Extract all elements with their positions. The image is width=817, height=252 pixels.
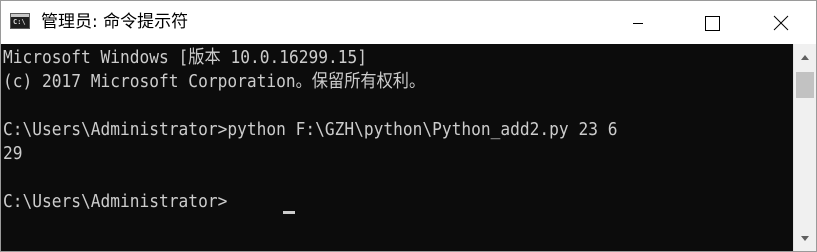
command-prompt-window: C:\ 管理员: 命令提示符 Microsoft Windows [版本 10.… — [0, 0, 817, 252]
minimize-button[interactable] — [615, 1, 661, 44]
vertical-scrollbar[interactable] — [793, 44, 816, 251]
app-icon-glyph: C:\ — [13, 18, 26, 26]
window-title: 管理员: 命令提示符 — [41, 12, 189, 32]
text-cursor — [283, 211, 295, 214]
title-bar[interactable]: C:\ 管理员: 命令提示符 — [1, 1, 816, 44]
scroll-up-button[interactable] — [794, 47, 816, 69]
console-line-result: 29 — [3, 143, 23, 164]
console-output[interactable]: Microsoft Windows [版本 10.0.16299.15] (c)… — [1, 44, 793, 251]
scroll-up-arrow-icon — [801, 55, 809, 60]
command-prompt-icon[interactable]: C:\ — [10, 13, 30, 29]
scroll-down-button[interactable] — [794, 227, 816, 249]
console-prompt[interactable]: C:\Users\Administrator> — [3, 190, 227, 214]
close-icon — [773, 15, 789, 31]
scroll-thumb[interactable] — [796, 72, 814, 98]
console-line-version: Microsoft Windows [版本 10.0.16299.15] — [3, 47, 368, 68]
console-line-copyright: (c) 2017 Microsoft Corporation。保留所有权利。 — [3, 71, 426, 92]
maximize-icon — [705, 16, 720, 31]
scroll-down-arrow-icon — [801, 236, 809, 241]
console-line-command: C:\Users\Administrator>python F:\GZH\pyt… — [3, 119, 618, 140]
minimize-icon — [633, 23, 643, 24]
close-button[interactable] — [759, 1, 805, 44]
maximize-button[interactable] — [687, 1, 733, 44]
